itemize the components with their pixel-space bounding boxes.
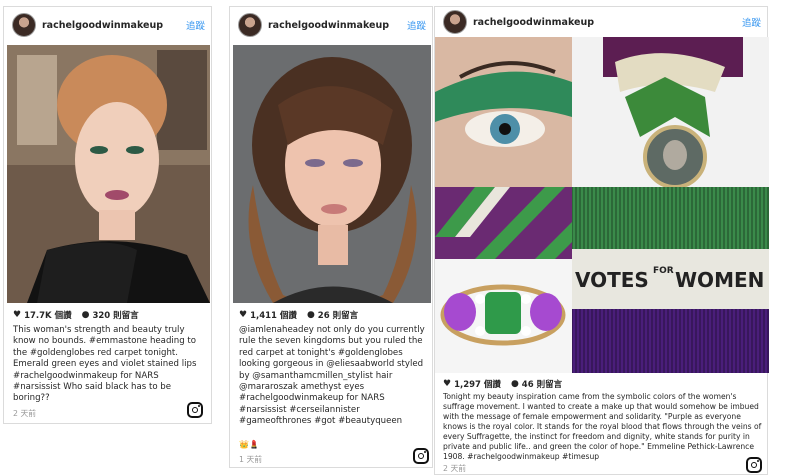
avatar[interactable] — [12, 13, 36, 37]
heart-icon[interactable]: ♥ — [13, 310, 21, 320]
banner-votes: VOTES — [575, 268, 649, 292]
comment-icon[interactable]: ● — [511, 379, 519, 389]
post-stats: ♥ 17.7K 個讚 ● 320 則留言 — [13, 309, 139, 321]
instagram-logo-icon[interactable] — [187, 402, 203, 418]
post-photo-collage[interactable]: VOTES FOR WOMEN — [435, 37, 769, 373]
instagram-logo-icon[interactable] — [413, 448, 429, 464]
suffrage-collage: VOTES FOR WOMEN — [435, 37, 769, 373]
post-card-2: rachelgoodwinmakeup 追蹤 ♥ 1,411 個讚 ● 26 則… — [229, 6, 433, 468]
post-photo[interactable] — [7, 45, 210, 303]
comments-count: 320 則留言 — [92, 311, 139, 321]
post-card-3: rachelgoodwinmakeup 追蹤 VOTES FOR WOMEN ♥… — [434, 6, 769, 475]
post-time: 2 天前 — [13, 409, 37, 418]
post-caption: Tonight my beauty inspiration came from … — [443, 392, 762, 461]
username[interactable]: rachelgoodwinmakeup — [268, 20, 389, 31]
username[interactable]: rachelgoodwinmakeup — [42, 20, 163, 31]
instagram-logo-icon[interactable] — [746, 457, 762, 473]
username[interactable]: rachelgoodwinmakeup — [473, 17, 594, 28]
likes-count: 1,411 個讚 — [250, 311, 297, 321]
post-caption: @iamlenaheadey not only do you currently… — [239, 325, 425, 427]
follow-button[interactable]: 追蹤 — [407, 18, 426, 32]
emma-stone-portrait — [7, 45, 210, 303]
comments-count: 46 則留言 — [521, 380, 563, 390]
post-header: rachelgoodwinmakeup 追蹤 — [230, 7, 432, 43]
emoji-text: 👑💄 — [239, 440, 259, 449]
post-stats: ♥ 1,297 個讚 ● 46 則留言 — [443, 378, 562, 390]
heart-icon[interactable]: ♥ — [443, 379, 451, 389]
post-card-1: rachelgoodwinmakeup 追蹤 ♥ 17.7K 個讚 ● 320 … — [3, 6, 212, 424]
heart-icon[interactable]: ♥ — [239, 310, 247, 320]
post-photo[interactable] — [233, 45, 431, 303]
follow-button[interactable]: 追蹤 — [186, 18, 205, 32]
follow-button[interactable]: 追蹤 — [742, 15, 761, 29]
post-stats: ♥ 1,411 個讚 ● 26 則留言 — [239, 309, 358, 321]
post-caption: This woman's strength and beauty truly k… — [13, 325, 197, 404]
post-header: rachelgoodwinmakeup 追蹤 — [435, 7, 767, 37]
comments-count: 26 則留言 — [317, 311, 359, 321]
avatar[interactable] — [238, 13, 262, 37]
comment-icon[interactable]: ● — [82, 310, 90, 320]
likes-count: 17.7K 個讚 — [24, 311, 72, 321]
likes-count: 1,297 個讚 — [454, 380, 501, 390]
post-time: 2 天前 — [443, 464, 467, 473]
banner-women: WOMEN — [675, 268, 764, 292]
post-header: rachelgoodwinmakeup 追蹤 — [4, 7, 211, 43]
post-time: 1 天前 — [239, 455, 263, 464]
avatar[interactable] — [443, 10, 467, 34]
comment-icon[interactable]: ● — [307, 310, 315, 320]
lena-headey-portrait — [233, 45, 431, 303]
banner-for: FOR — [653, 266, 674, 276]
